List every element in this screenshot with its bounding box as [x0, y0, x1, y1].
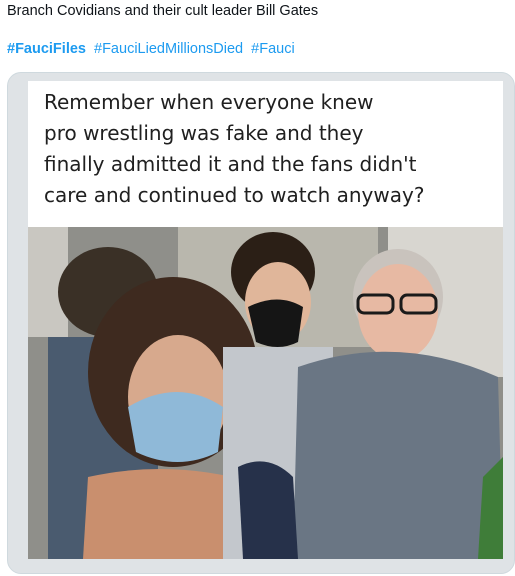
meme-caption: Remember when everyone knew pro wrestlin… [44, 87, 494, 211]
hashtag-link-fauci-files[interactable]: #FauciFiles [7, 41, 86, 57]
crowd-photo [28, 227, 503, 559]
meme-caption-line: finally admitted it and the fans didn't [44, 152, 417, 176]
meme-caption-line: pro wrestling was fake and they [44, 121, 364, 145]
tweet-media-card[interactable]: Remember when everyone knew pro wrestlin… [7, 72, 515, 574]
meme-caption-line: care and continued to watch anyway? [44, 183, 425, 207]
hashtag-link-fauci[interactable]: #Fauci [251, 41, 295, 57]
hashtag-link-fauci-lied-millions-died[interactable]: #FauciLiedMillionsDied [94, 41, 243, 57]
hashtag-row: #FauciFiles #FauciLiedMillionsDied #Fauc… [7, 40, 507, 59]
meme-caption-line: Remember when everyone knew [44, 90, 374, 114]
meme-image[interactable]: Remember when everyone knew pro wrestlin… [28, 81, 503, 559]
tweet-text: Branch Covidians and their cult leader B… [7, 3, 319, 19]
